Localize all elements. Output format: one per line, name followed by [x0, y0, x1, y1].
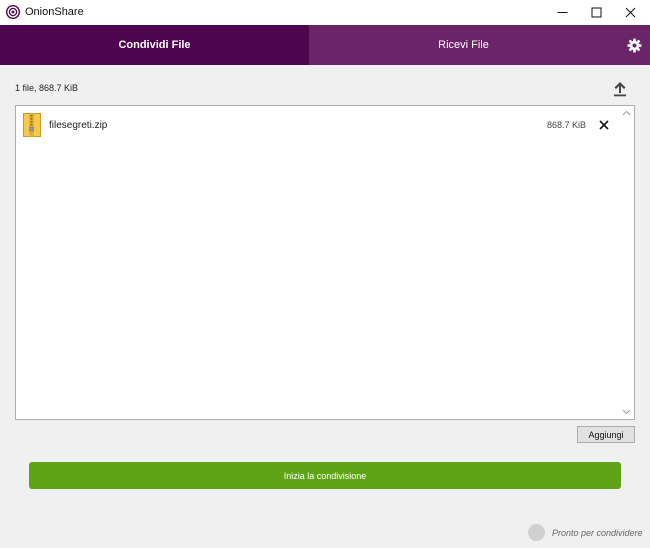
- scrollbar[interactable]: [619, 106, 634, 419]
- maximize-icon: [591, 7, 602, 18]
- scroll-down-arrow-icon[interactable]: [622, 407, 631, 416]
- upload-button[interactable]: [610, 80, 630, 98]
- minimize-icon: [557, 12, 568, 13]
- status-text: Pronto per condividere: [552, 528, 643, 538]
- mode-tab-bar: Condividi File Ricevi File: [0, 25, 650, 65]
- upload-icon: [614, 82, 626, 97]
- scroll-up-arrow-icon[interactable]: [622, 109, 631, 118]
- title-bar: OnionShare: [0, 0, 650, 25]
- window-title: OnionShare: [25, 6, 84, 18]
- close-icon: [625, 7, 636, 18]
- file-summary: 1 file, 868.7 KiB: [15, 83, 79, 93]
- zip-file-icon: [23, 113, 41, 137]
- maximize-button[interactable]: [580, 0, 614, 25]
- status-indicator: [528, 524, 545, 541]
- onionshare-logo-icon: [6, 5, 20, 19]
- list-item[interactable]: filesegreti.zip 868.7 KiB: [16, 112, 620, 138]
- tab-share-files[interactable]: Condividi File: [0, 25, 309, 65]
- close-window-button[interactable]: [614, 0, 648, 25]
- add-files-button[interactable]: Aggiungi: [577, 426, 635, 443]
- file-name: filesegreti.zip: [49, 120, 108, 131]
- tab-receive-files[interactable]: Ricevi File: [309, 25, 618, 65]
- start-sharing-button[interactable]: Inizia la condivisione: [29, 462, 621, 489]
- minimize-button[interactable]: [546, 0, 580, 25]
- file-list[interactable]: filesegreti.zip 868.7 KiB: [15, 105, 635, 420]
- remove-file-icon[interactable]: [598, 119, 610, 131]
- gear-icon: [626, 37, 642, 53]
- settings-button[interactable]: [618, 25, 650, 65]
- file-size: 868.7 KiB: [546, 120, 586, 130]
